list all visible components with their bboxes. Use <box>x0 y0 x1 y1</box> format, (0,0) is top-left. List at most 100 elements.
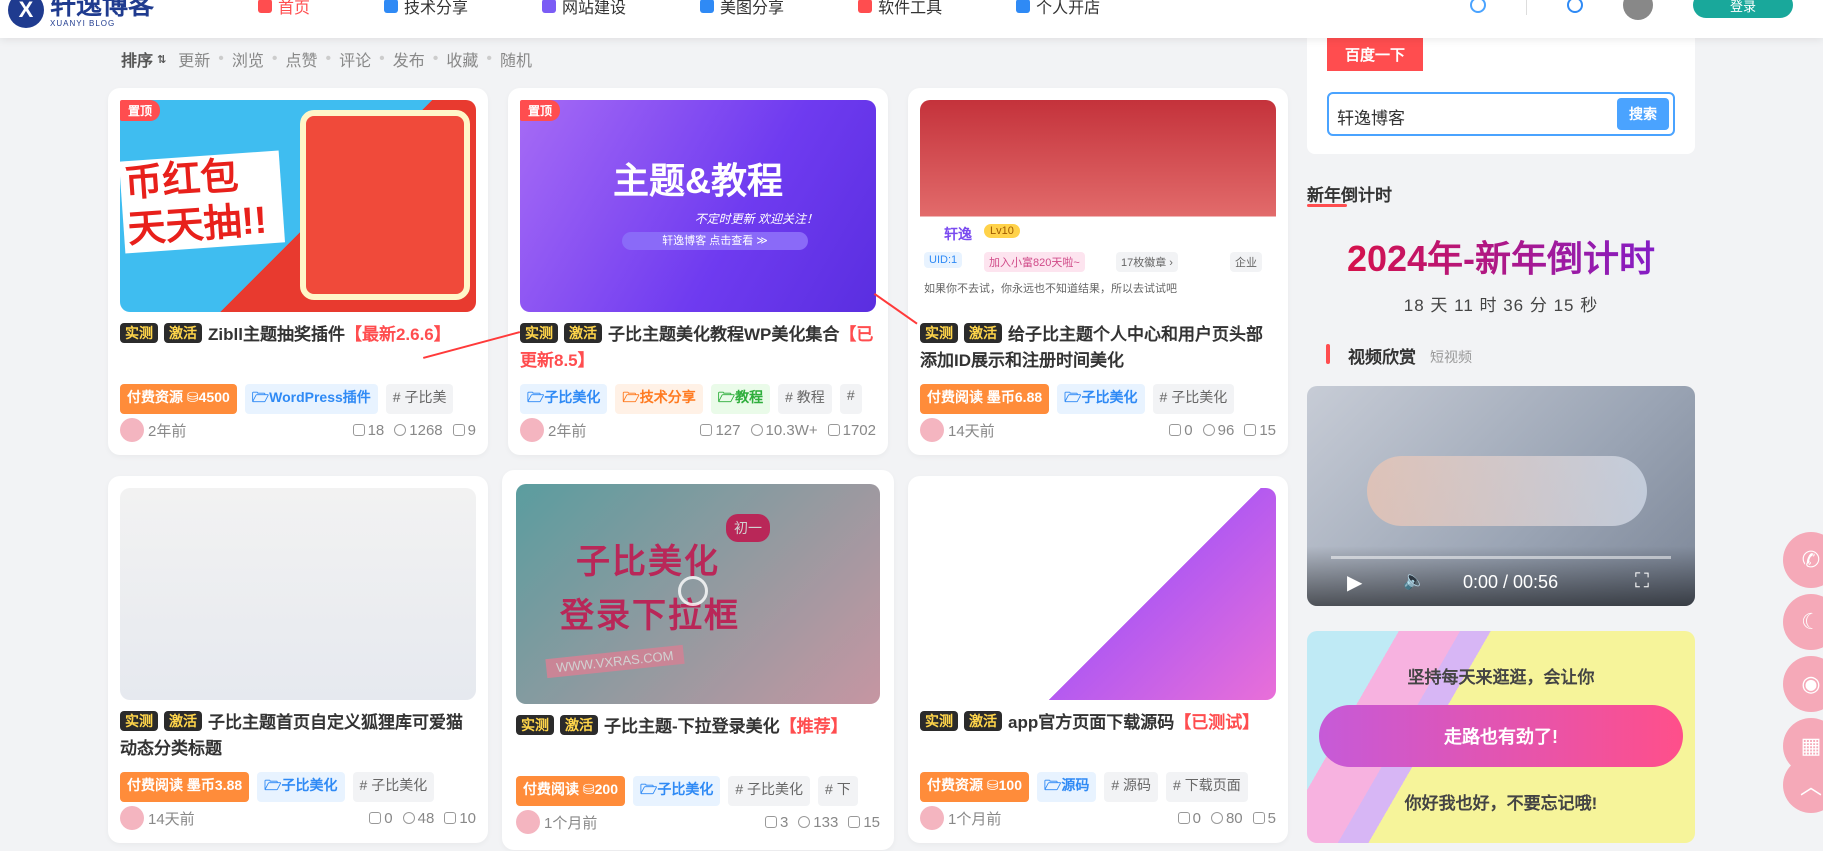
post-meta: 14天前 0 48 10 <box>120 806 476 830</box>
post-tag[interactable]: 付费资源 ⛁4500 <box>120 384 237 414</box>
post-title[interactable]: 实测 激活 子比主题美化教程WP美化集合【已更新8.5】 <box>520 322 876 374</box>
search-icon[interactable] <box>1567 0 1583 13</box>
sort-option[interactable]: 点赞 <box>285 47 317 71</box>
post-tag[interactable]: 🗁WordPress插件 <box>244 384 378 414</box>
sort-option[interactable]: 浏览 <box>232 47 264 71</box>
comment-count: 0 <box>1177 810 1201 827</box>
post-title[interactable]: 实测 激活 Zibll主题抽奖插件【最新2.6.6】 <box>120 322 476 374</box>
post-tags: 🗁子比美化 🗁技术分享 🗁教程 # 教程 # <box>520 384 876 414</box>
post-card[interactable]: 主题&教程 不定时更新 欢迎关注！ 轩逸博客 点击查看 ≫ 置顶 实测 激活 子比主题美化教… <box>508 88 888 455</box>
post-tag[interactable]: 🗁子比美化 <box>632 776 721 806</box>
search-button[interactable]: 搜索 <box>1617 98 1669 130</box>
like-count[interactable]: 1702 <box>827 422 876 439</box>
post-meta: 2年前 18 1268 9 <box>120 418 476 442</box>
volume-icon[interactable]: 🔈 <box>1403 570 1425 591</box>
nav-item-0[interactable]: 首页 <box>258 0 310 18</box>
sort-option[interactable]: 更新 <box>178 47 210 71</box>
like-count[interactable]: 5 <box>1252 810 1276 827</box>
post-tag[interactable]: # <box>839 384 862 414</box>
thumb-button: 轩逸博客 点击查看 ≫ <box>622 232 808 250</box>
sort-button[interactable]: 排序 ⇅ <box>121 47 166 71</box>
nav-item-3[interactable]: 美图分享 <box>700 0 784 18</box>
post-tag[interactable]: 付费阅读 墨币6.88 <box>920 384 1050 414</box>
post-tags: 付费资源 ⛁4500 🗁WordPress插件 # 子比美 <box>120 384 476 414</box>
title-tag: 实测 <box>920 323 958 343</box>
post-tag[interactable]: 🗁技术分享 <box>615 384 703 414</box>
phone-icon[interactable]: ✆ <box>1783 532 1823 588</box>
author-avatar[interactable] <box>120 418 144 442</box>
post-time: 1个月前 <box>948 810 1002 828</box>
section-marker <box>1326 344 1330 364</box>
post-title[interactable]: 实测 激活 子比主题-下拉登录美化【推荐】 <box>516 714 880 766</box>
video-player[interactable]: ▶ 🔈 0:00 / 00:56 ⛶ <box>1307 386 1695 606</box>
profile-motto: 如果你不去试，你永远也不知道结果，所以去试试吧 <box>924 283 1177 295</box>
post-card[interactable]: 币红包 天天抽!! 置顶 实测 激活 Zibll主题抽奖插件【最新2.6.6】 付费资源 … <box>108 88 488 455</box>
post-title[interactable]: 实测 激活 给子比主题个人中心和用户页头部添加ID展示和注册时间美化 <box>920 322 1276 374</box>
search-input[interactable]: 轩逸博客 <box>1337 104 1405 129</box>
sort-option[interactable]: 收藏 <box>446 47 478 71</box>
nav-item-1[interactable]: 技术分享 <box>384 0 468 18</box>
post-card[interactable]: 实测 激活 app官方页面下载源码【已测试】付费资源 ⛁100 🗁源码 # 源码 # 下载… <box>908 476 1288 843</box>
post-title[interactable]: 实测 激活 app官方页面下载源码【已测试】 <box>920 710 1276 762</box>
post-tag[interactable]: # 子比美化 <box>728 776 811 806</box>
sort-option[interactable]: 发布 <box>393 47 425 71</box>
promo-button[interactable]: 走路也有劲了! <box>1319 705 1683 767</box>
post-tag[interactable]: # 子比美化 <box>352 772 435 802</box>
post-tag[interactable]: 🗁子比美化 <box>520 384 608 414</box>
post-tag[interactable]: 付费资源 ⛁100 <box>920 772 1029 802</box>
moon-icon[interactable]: ☾ <box>1783 594 1823 650</box>
post-thumbnail[interactable]: 子比美化 登录下拉框 初一 WWW.VXRAS.COM <box>516 484 880 704</box>
post-tag[interactable]: 🗁子比美化 <box>1057 384 1145 414</box>
like-count[interactable]: 10 <box>444 810 476 827</box>
login-button[interactable]: 登录 <box>1693 0 1793 18</box>
post-tag[interactable]: # 教程 <box>778 384 832 414</box>
post-card[interactable]: 轩逸 Lv10 UID:1 加入小富820天啦~ 17枚徽章 › 企业 如果你不去试，你永远… <box>908 88 1288 455</box>
post-tags: 付费阅读 ⛁200 🗁子比美化 # 子比美化 # 下 <box>516 776 880 806</box>
video-progress[interactable] <box>1331 556 1671 559</box>
post-thumbnail[interactable]: 主题&教程 不定时更新 欢迎关注！ 轩逸博客 点击查看 ≫ <box>520 100 876 312</box>
like-count[interactable]: 15 <box>848 814 880 831</box>
post-tag[interactable]: # 子比美化 <box>1152 384 1235 414</box>
sort-option[interactable]: 评论 <box>339 47 371 71</box>
author-avatar[interactable] <box>920 806 944 830</box>
post-thumbnail[interactable] <box>120 488 476 700</box>
avatar[interactable] <box>1623 0 1653 20</box>
post-tag[interactable]: # 下载页面 <box>1166 772 1248 802</box>
baidu-button[interactable]: 百度一下 <box>1327 38 1424 71</box>
up-arrow-icon[interactable]: ︿ <box>1783 757 1823 813</box>
post-tag[interactable]: 🗁教程 <box>710 384 771 414</box>
author-avatar[interactable] <box>120 806 144 830</box>
post-thumbnail[interactable]: 币红包 天天抽!! <box>120 100 476 312</box>
sort-bar: 排序 ⇅ 更新 • 浏览 • 点赞 • 评论 • 发布 • 收藏 • 随机 <box>121 47 532 71</box>
post-tag[interactable]: 付费阅读 ⛁200 <box>516 776 625 806</box>
post-thumbnail[interactable]: 轩逸 Lv10 UID:1 加入小富820天啦~ 17枚徽章 › 企业 如果你不去试，你永远… <box>920 100 1276 312</box>
title-tag: 实测 <box>120 711 158 731</box>
nav-item-2[interactable]: 网站建设 <box>542 0 626 18</box>
fullscreen-icon[interactable]: ⛶ <box>1635 570 1649 593</box>
post-tag[interactable]: # 下 <box>818 776 858 806</box>
title-tag: 激活 <box>164 323 202 343</box>
post-tag[interactable]: 🗁源码 <box>1036 772 1097 802</box>
nav-item-5[interactable]: 个人开店 <box>1016 0 1100 18</box>
post-tag[interactable]: # 源码 <box>1104 772 1159 802</box>
post-card[interactable]: 实测 激活 子比主题首页自定义狐狸库可爱猫动态分类标题付费阅读 墨币3.88 🗁子比美… <box>108 476 488 843</box>
play-icon[interactable]: ▶ <box>1347 570 1362 595</box>
sort-option[interactable]: 随机 <box>500 47 532 71</box>
author-avatar[interactable] <box>520 418 544 442</box>
author-avatar[interactable] <box>516 810 540 834</box>
site-logo[interactable]: X 轩逸博客 XUANYI BLOG <box>8 0 154 28</box>
nav-icon <box>542 0 557 13</box>
post-card[interactable]: 子比美化 登录下拉框 初一 WWW.VXRAS.COM 实测 激活 子比主题-下拉登录美化【… <box>502 470 894 850</box>
post-tag[interactable]: 🗁子比美化 <box>257 772 345 802</box>
post-thumbnail[interactable] <box>920 488 1276 700</box>
author-avatar[interactable] <box>920 418 944 442</box>
post-title[interactable]: 实测 激活 子比主题首页自定义狐狸库可爱猫动态分类标题 <box>120 710 476 762</box>
post-tag[interactable]: 付费阅读 墨币3.88 <box>120 772 250 802</box>
view-count: 96 <box>1202 422 1234 439</box>
like-count[interactable]: 15 <box>1244 422 1276 439</box>
theme-toggle-icon[interactable] <box>1470 0 1486 13</box>
like-count[interactable]: 9 <box>452 422 476 439</box>
post-tag[interactable]: # 子比美 <box>385 384 454 414</box>
nav-item-4[interactable]: 软件工具 <box>858 0 942 18</box>
qq-icon[interactable]: ◉ <box>1783 656 1823 712</box>
